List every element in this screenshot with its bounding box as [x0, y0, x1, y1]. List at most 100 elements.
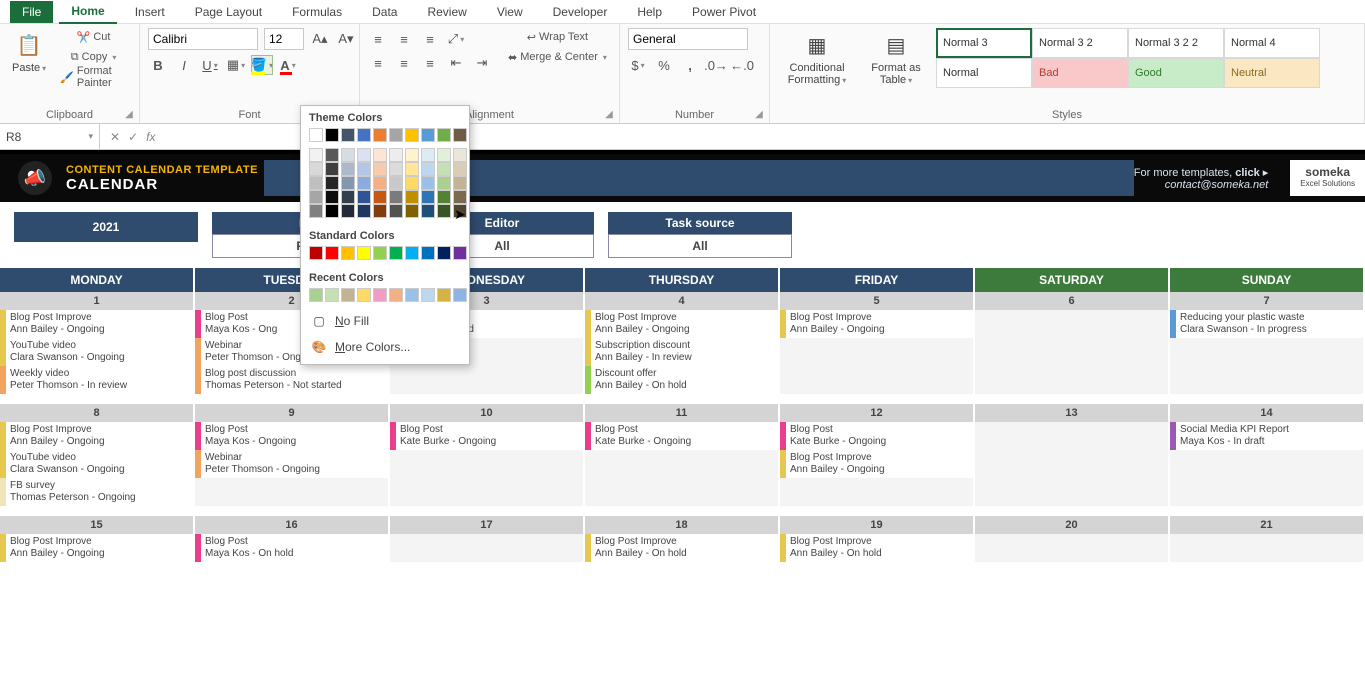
- color-swatch[interactable]: [325, 204, 339, 218]
- color-swatch[interactable]: [325, 148, 339, 162]
- copy-button[interactable]: ⧉Copy: [56, 48, 131, 66]
- color-swatch[interactable]: [389, 128, 403, 142]
- color-swatch[interactable]: [357, 190, 371, 204]
- color-swatch[interactable]: [309, 162, 323, 176]
- color-swatch[interactable]: [421, 128, 435, 142]
- cell-styles-gallery[interactable]: Normal 3Normal 3 2Normal 3 2 2Normal 4No…: [936, 28, 1320, 88]
- color-swatch[interactable]: [389, 246, 403, 260]
- calendar-event[interactable]: Blog Post ImproveAnn Bailey - Ongoing: [780, 310, 973, 338]
- color-swatch[interactable]: [437, 148, 451, 162]
- color-swatch[interactable]: [405, 190, 419, 204]
- no-fill-item[interactable]: ▢NNo Fillo Fill: [301, 308, 469, 334]
- calendar-event[interactable]: Reducing your plastic wasteClara Swanson…: [1170, 310, 1363, 338]
- color-swatch[interactable]: [357, 128, 371, 142]
- calendar-cell[interactable]: [1170, 534, 1365, 562]
- merge-center-button[interactable]: ⬌Merge & Center: [504, 48, 611, 66]
- color-swatch[interactable]: [437, 288, 451, 302]
- color-swatch[interactable]: [453, 190, 467, 204]
- orientation-button[interactable]: ⤢: [446, 30, 466, 48]
- color-swatch[interactable]: [341, 190, 355, 204]
- style-cell[interactable]: Neutral: [1224, 58, 1320, 88]
- style-cell[interactable]: Normal 3 2 2: [1128, 28, 1224, 58]
- number-format-select[interactable]: [628, 28, 748, 50]
- calendar-event[interactable]: Blog Post ImproveAnn Bailey - Ongoing: [0, 534, 193, 562]
- color-swatch[interactable]: [341, 148, 355, 162]
- color-swatch[interactable]: [389, 204, 403, 218]
- wrap-text-button[interactable]: ↩Wrap Text: [504, 28, 611, 46]
- style-cell[interactable]: Normal 3: [936, 28, 1032, 58]
- decrease-indent-button[interactable]: ⇤: [446, 54, 466, 72]
- italic-button[interactable]: I: [174, 56, 194, 74]
- tab-home[interactable]: Home: [59, 0, 116, 24]
- paste-button[interactable]: 📋 Paste: [8, 28, 50, 77]
- date-cell[interactable]: 19: [780, 516, 975, 534]
- font-name-select[interactable]: [148, 28, 258, 50]
- alignment-dialog-launcher[interactable]: ◢: [603, 109, 615, 121]
- calendar-cell[interactable]: [390, 478, 585, 506]
- color-swatch[interactable]: [373, 246, 387, 260]
- date-cell[interactable]: 16: [195, 516, 390, 534]
- calendar-cell[interactable]: Blog Post ImproveAnn Bailey - Ongoing: [780, 450, 975, 478]
- calendar-event[interactable]: Blog PostKate Burke - Ongoing: [585, 422, 778, 450]
- color-swatch[interactable]: [373, 288, 387, 302]
- date-cell[interactable]: 1: [0, 292, 195, 310]
- calendar-cell[interactable]: [975, 422, 1170, 450]
- color-swatch[interactable]: [437, 190, 451, 204]
- increase-font-button[interactable]: A▴: [310, 30, 330, 48]
- color-swatch[interactable]: [437, 246, 451, 260]
- date-cell[interactable]: 6: [975, 292, 1170, 310]
- color-swatch[interactable]: [405, 204, 419, 218]
- calendar-cell[interactable]: Blog post discussionThomas Peterson - No…: [195, 366, 390, 394]
- calendar-cell[interactable]: [390, 450, 585, 478]
- calendar-event[interactable]: Blog Post ImproveAnn Bailey - Ongoing: [0, 422, 193, 450]
- color-swatch[interactable]: [405, 176, 419, 190]
- color-swatch[interactable]: [453, 128, 467, 142]
- color-swatch[interactable]: [309, 190, 323, 204]
- color-swatch[interactable]: [357, 176, 371, 190]
- date-cell[interactable]: 8: [0, 404, 195, 422]
- color-swatch[interactable]: [437, 204, 451, 218]
- calendar-event[interactable]: Blog Post ImproveAnn Bailey - On hold: [585, 534, 778, 562]
- calendar-event[interactable]: Blog Post ImproveAnn Bailey - Ongoing: [0, 310, 193, 338]
- date-cell[interactable]: 7: [1170, 292, 1365, 310]
- tab-help[interactable]: Help: [625, 1, 674, 23]
- calendar-cell[interactable]: [1170, 338, 1365, 366]
- color-swatch[interactable]: [325, 246, 339, 260]
- color-swatch[interactable]: [357, 288, 371, 302]
- color-swatch[interactable]: [341, 204, 355, 218]
- color-swatch[interactable]: [309, 128, 323, 142]
- color-swatch[interactable]: [325, 162, 339, 176]
- calendar-event[interactable]: Weekly videoPeter Thomson - In review: [0, 366, 193, 394]
- tab-developer[interactable]: Developer: [541, 1, 620, 23]
- color-swatch[interactable]: [341, 246, 355, 260]
- increase-indent-button[interactable]: ⇥: [472, 54, 492, 72]
- percent-format-button[interactable]: %: [654, 56, 674, 74]
- task-source-filter[interactable]: Task sourceAll: [608, 212, 792, 258]
- calendar-event[interactable]: Blog PostKate Burke - Ongoing: [390, 422, 583, 450]
- calendar-cell[interactable]: Blog Post ImproveAnn Bailey - Ongoing: [780, 310, 975, 338]
- color-swatch[interactable]: [389, 148, 403, 162]
- color-swatch[interactable]: [309, 288, 323, 302]
- color-swatch[interactable]: [389, 176, 403, 190]
- tab-power-pivot[interactable]: Power Pivot: [680, 1, 768, 23]
- color-swatch[interactable]: [405, 128, 419, 142]
- calendar-event[interactable]: Social Media KPI ReportMaya Kos - In dra…: [1170, 422, 1363, 450]
- color-swatch[interactable]: [453, 246, 467, 260]
- color-swatch[interactable]: [389, 288, 403, 302]
- date-cell[interactable]: 11: [585, 404, 780, 422]
- color-swatch[interactable]: [309, 176, 323, 190]
- worksheet[interactable]: 📣 CONTENT CALENDAR TEMPLATE CALENDAR For…: [0, 150, 1365, 700]
- calendar-cell[interactable]: [975, 366, 1170, 394]
- color-swatch[interactable]: [325, 176, 339, 190]
- calendar-cell[interactable]: Blog PostMaya Kos - On hold: [195, 534, 390, 562]
- calendar-cell[interactable]: Blog PostKate Burke - Ongoing: [585, 422, 780, 450]
- calendar-cell[interactable]: [585, 478, 780, 506]
- color-swatch[interactable]: [421, 246, 435, 260]
- color-swatch[interactable]: [325, 288, 339, 302]
- fill-color-button[interactable]: 🪣: [252, 56, 272, 74]
- color-swatch[interactable]: [357, 204, 371, 218]
- date-cell[interactable]: 15: [0, 516, 195, 534]
- calendar-event[interactable]: WebinarPeter Thomson - Ongoing: [195, 450, 388, 478]
- color-swatch[interactable]: [341, 162, 355, 176]
- calendar-cell[interactable]: Discount offerAnn Bailey - On hold: [585, 366, 780, 394]
